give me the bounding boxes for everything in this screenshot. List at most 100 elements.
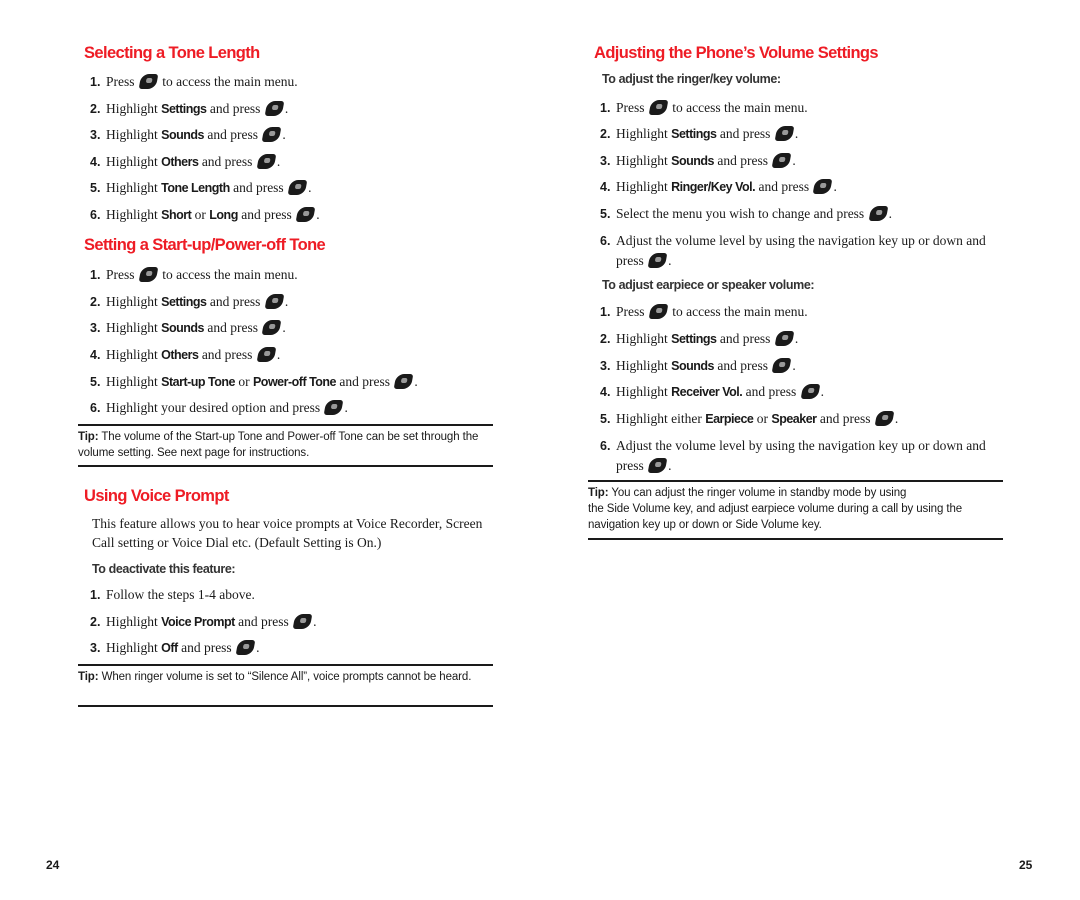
step-number: 4. <box>600 385 611 399</box>
menu-ok-key-icon <box>264 101 285 116</box>
step-number: 1. <box>90 588 101 602</box>
step-item: 4. Highlight Receiver Vol. and press . <box>600 382 824 402</box>
tip-label: Tip: <box>78 431 99 443</box>
step-number: 1. <box>600 305 611 319</box>
menu-item-name: Speaker <box>771 412 817 426</box>
step-item: 1. Press to access the main menu. <box>600 302 808 322</box>
menu-item-name: Settings <box>161 295 207 309</box>
tip-volume: Tip: You can adjust the ringer volume in… <box>588 485 1003 533</box>
menu-item-name: Long <box>209 208 238 222</box>
step-number: 6. <box>90 208 101 222</box>
menu-item-name: Settings <box>161 102 207 116</box>
step-item: 4. Highlight Others and press . <box>90 152 280 172</box>
step-item: 4. Highlight Others and press . <box>90 345 280 365</box>
heading-volume-settings: Adjusting the Phone’s Volume Settings <box>594 44 879 62</box>
step-item: 2. Highlight Settings and press . <box>90 99 288 119</box>
menu-ok-key-icon <box>772 358 792 373</box>
menu-ok-key-icon <box>324 400 344 415</box>
step-item: 2. Highlight Voice Prompt and press . <box>90 612 317 632</box>
step-number: 2. <box>90 295 101 309</box>
step-item: 5. Highlight Tone Length and press . <box>90 178 311 198</box>
tip-text: When ringer volume is set to “Silence Al… <box>101 671 472 683</box>
step-number: 3. <box>600 359 611 373</box>
menu-item-name: Start-up Tone <box>161 375 235 389</box>
tip-voice-prompt: Tip: When ringer volume is set to “Silen… <box>78 669 493 685</box>
step-item: 3. Highlight Sounds and press . <box>90 318 286 338</box>
divider <box>78 465 493 467</box>
menu-item-name: Off <box>161 641 178 655</box>
subheading-deactivate: To deactivate this feature: <box>92 562 236 576</box>
subheading-ringer: To adjust the ringer/key volume: <box>602 72 781 86</box>
menu-item-name: Sounds <box>161 128 204 142</box>
tip-label: Tip: <box>78 671 99 683</box>
menu-ok-key-icon <box>647 458 668 473</box>
step-number: 2. <box>600 127 611 141</box>
step-item: 1. Press to access the main menu. <box>90 72 298 92</box>
menu-item-name: Settings <box>671 332 717 346</box>
step-number: 3. <box>90 321 101 335</box>
menu-ok-key-icon <box>264 294 285 309</box>
menu-ok-key-icon <box>262 127 282 142</box>
divider <box>588 538 1003 540</box>
step-item: 2. Highlight Settings and press . <box>600 124 798 144</box>
step-number: 3. <box>90 128 101 142</box>
menu-ok-key-icon <box>648 304 669 319</box>
step-item: 3. Highlight Sounds and press . <box>600 356 796 376</box>
step-item: 5. Highlight Start-up Tone or Power-off T… <box>90 372 418 392</box>
menu-item-name: Sounds <box>671 154 714 168</box>
heading-startup-tone: Setting a Start-up/Power-off Tone <box>84 236 326 254</box>
menu-ok-key-icon <box>138 74 159 89</box>
menu-ok-key-icon <box>287 180 308 195</box>
menu-item-name: Short <box>161 208 192 222</box>
menu-item-name: Earpiece <box>705 412 754 426</box>
heading-voice-prompt: Using Voice Prompt <box>84 487 229 505</box>
step-item: 2. Highlight Settings and press . <box>600 329 798 349</box>
menu-ok-key-icon <box>235 640 256 655</box>
divider <box>588 480 1003 482</box>
step-number: 4. <box>90 348 101 362</box>
menu-item-name: Settings <box>671 127 717 141</box>
divider <box>78 424 493 426</box>
step-item: 6. Adjust the volume level by using the n… <box>600 438 986 473</box>
menu-ok-key-icon <box>394 374 414 389</box>
menu-ok-key-icon <box>138 267 159 282</box>
step-number: 5. <box>90 375 101 389</box>
menu-item-name: Others <box>161 348 199 362</box>
step-item: 1. Press to access the main menu. <box>600 98 808 118</box>
step-number: 5. <box>600 412 611 426</box>
step-item: 5. Highlight either Earpiece or Speaker a… <box>600 409 898 429</box>
menu-ok-key-icon <box>295 207 316 222</box>
step-number: 4. <box>600 180 611 194</box>
menu-item-name: Sounds <box>161 321 204 335</box>
step-item: 4. Highlight Ringer/Key Vol. and press . <box>600 177 837 197</box>
tip-startup-tone: Tip: The volume of the Start-up Tone and… <box>78 429 493 461</box>
menu-ok-key-icon <box>813 179 833 194</box>
step-number: 2. <box>600 332 611 346</box>
divider <box>78 664 493 666</box>
step-number: 5. <box>600 207 611 221</box>
step-item: 3. Highlight Sounds and press . <box>90 125 286 145</box>
step-number: 2. <box>90 615 101 629</box>
step-number: 1. <box>90 75 101 89</box>
step-number: 2. <box>90 102 101 116</box>
menu-ok-key-icon <box>874 411 895 426</box>
heading-tone-length: Selecting a Tone Length <box>84 44 260 62</box>
menu-ok-key-icon <box>800 384 820 399</box>
subheading-earpiece: To adjust earpiece or speaker volume: <box>602 278 815 292</box>
menu-ok-key-icon <box>647 253 668 268</box>
step-item: 3. Highlight Sounds and press . <box>600 151 796 171</box>
menu-item-name: Voice Prompt <box>161 615 235 629</box>
step-number: 3. <box>90 641 101 655</box>
step-item: 6. Adjust the volume level by using the n… <box>600 233 986 268</box>
menu-item-name: Ringer/Key Vol. <box>671 180 756 194</box>
menu-item-name: Sounds <box>671 359 714 373</box>
page-number-right: 25 <box>1019 858 1033 872</box>
step-number: 4. <box>90 155 101 169</box>
step-number: 5. <box>90 181 101 195</box>
menu-ok-key-icon <box>774 126 795 141</box>
menu-item-name: Tone Length <box>161 181 230 195</box>
step-item: 6. Highlight your desired option and pres… <box>90 398 348 418</box>
step-number: 3. <box>600 154 611 168</box>
menu-ok-key-icon <box>256 154 277 169</box>
menu-item-name: Receiver Vol. <box>671 385 743 399</box>
